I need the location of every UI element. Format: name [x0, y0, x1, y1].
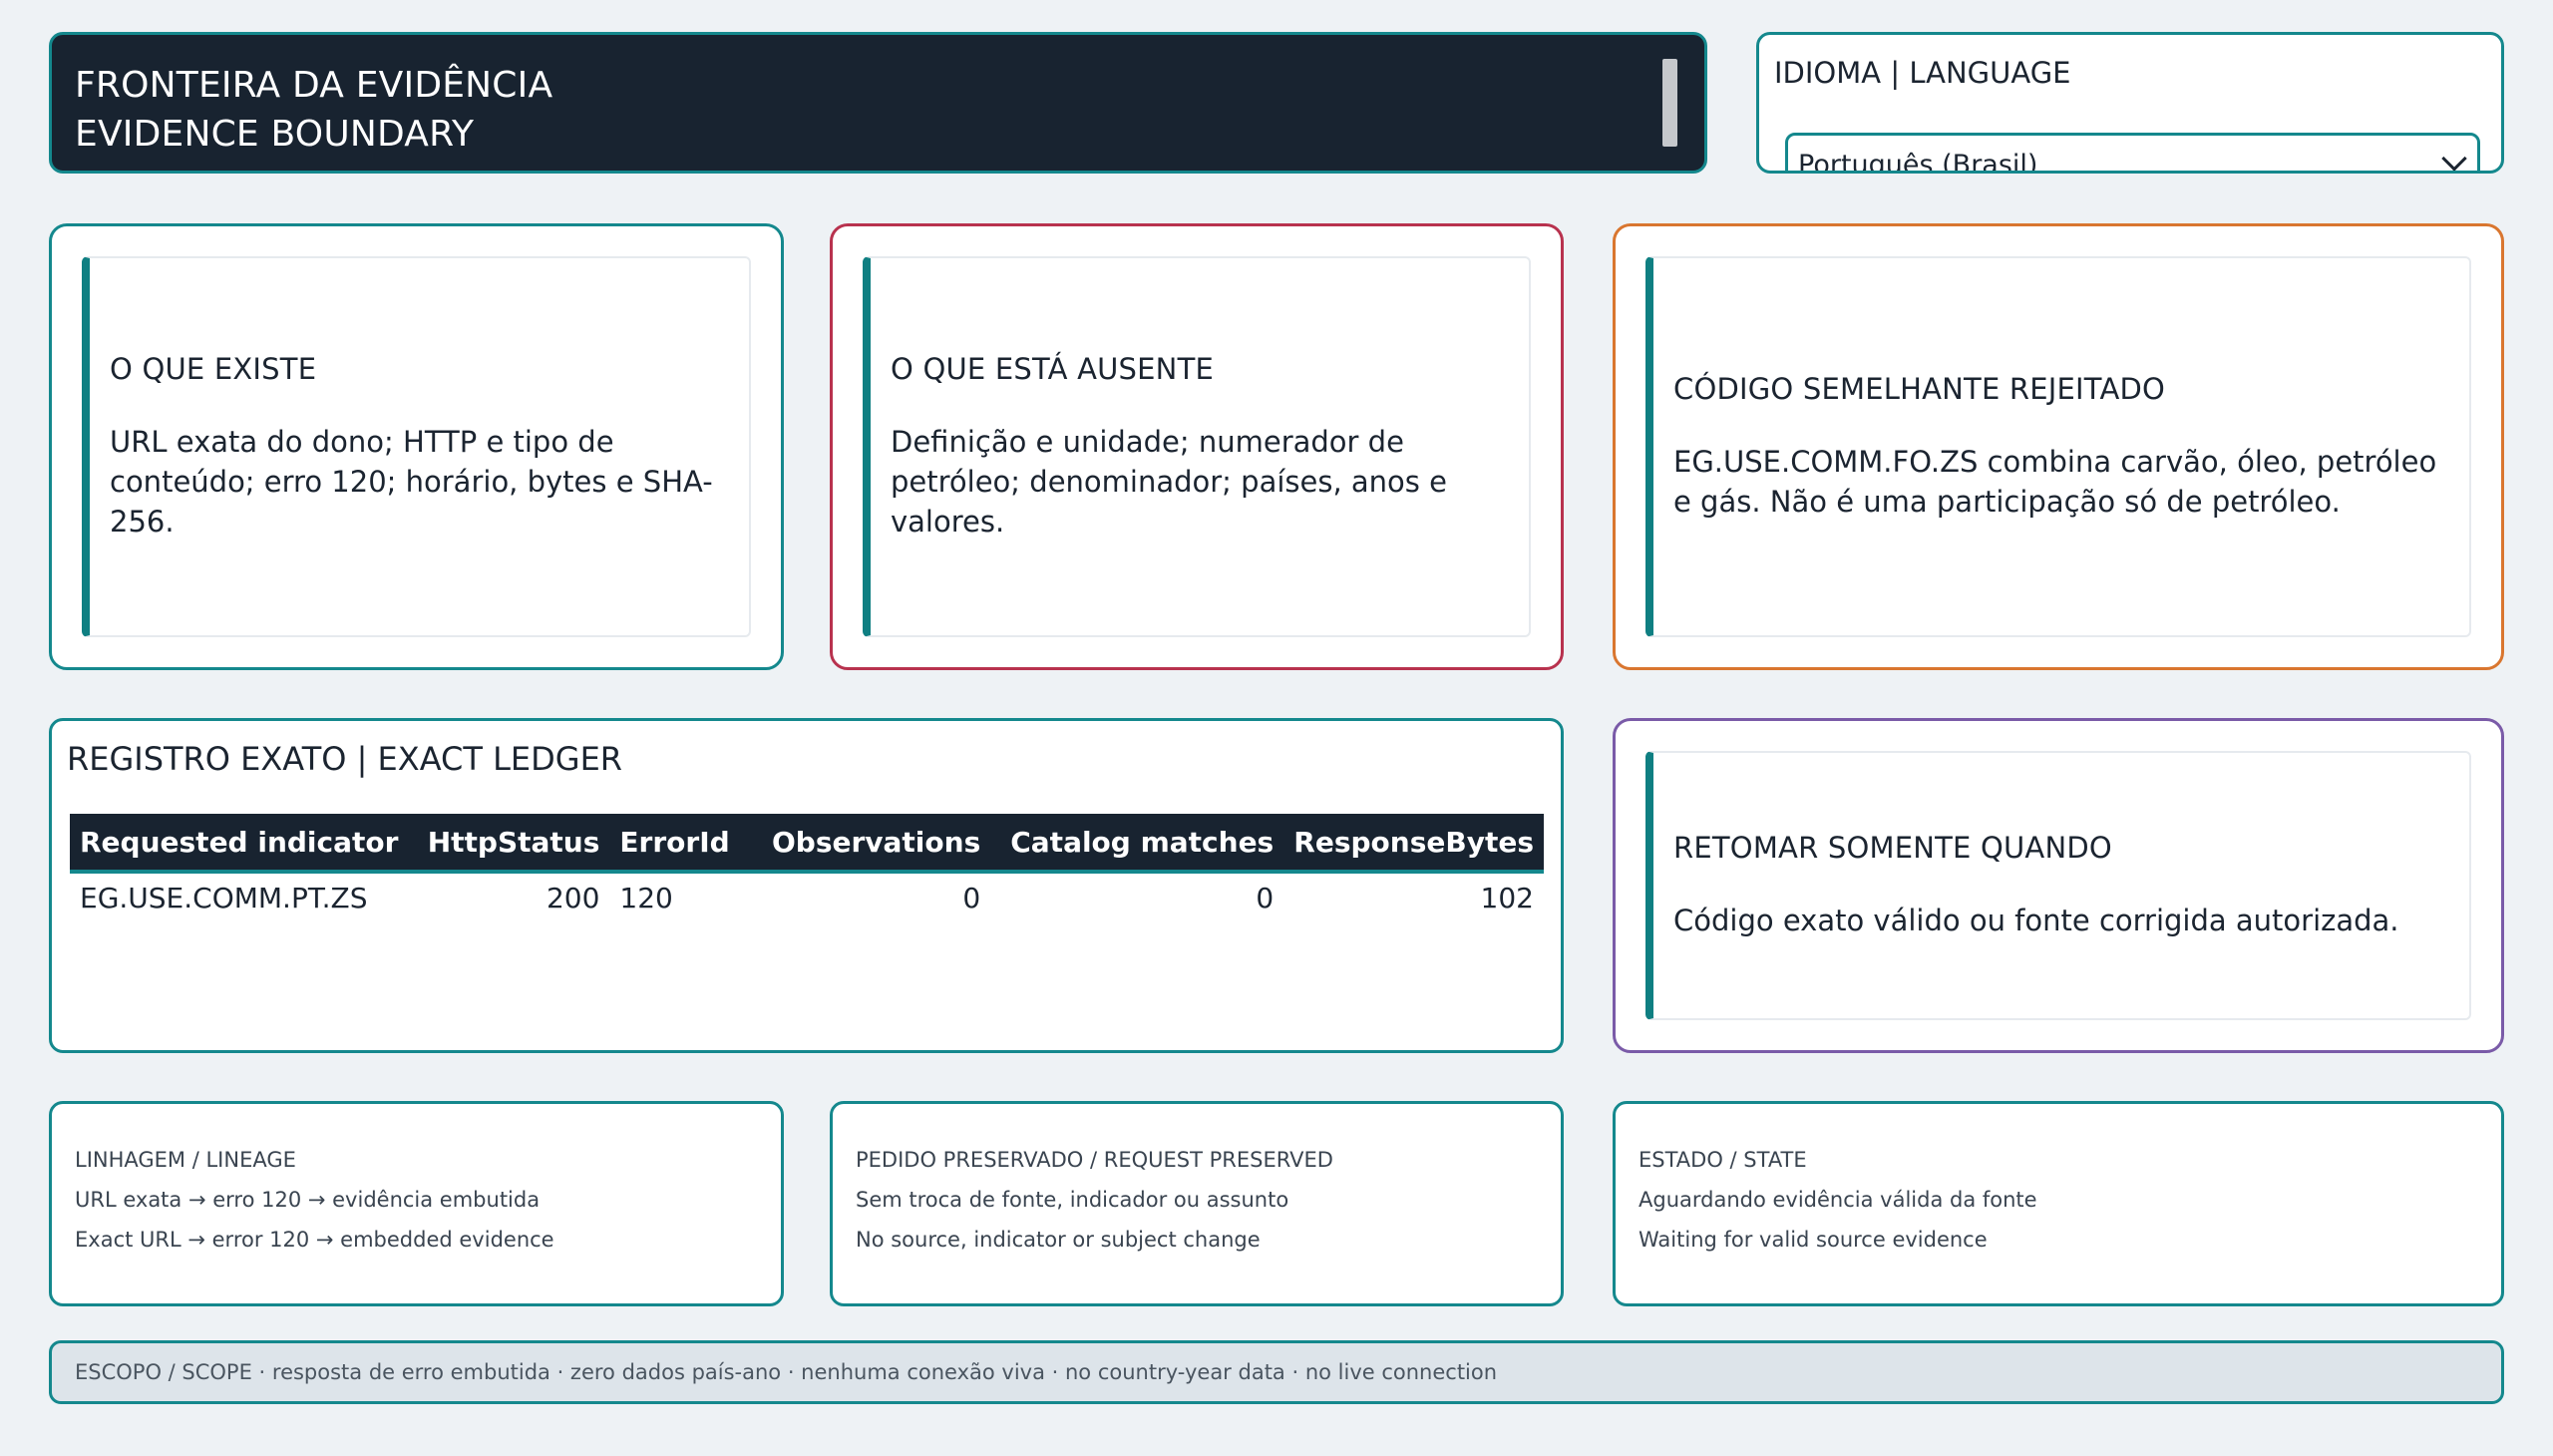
column-header-http-status[interactable]: HttpStatus — [410, 814, 610, 874]
info-title: LINHAGEM / LINEAGE — [75, 1148, 296, 1172]
chevron-down-icon — [2441, 146, 2467, 171]
info-line-pt: URL exata → erro 120 → evidência embutid… — [75, 1188, 541, 1212]
info-title: PEDIDO PRESERVADO / REQUEST PRESERVED — [856, 1148, 1333, 1172]
info-line-en: No source, indicator or subject change — [856, 1228, 1261, 1252]
cell-response-bytes: 102 — [1480, 881, 1534, 914]
column-header-catalog-matches[interactable]: Catalog matches — [990, 814, 1284, 874]
language-panel: IDIOMA | LANGUAGE Português (Brasil) — [1756, 32, 2504, 174]
card-body: EG.USE.COMM.FO.ZS combina carvão, óleo, … — [1673, 445, 2437, 519]
column-header-requested-indicator[interactable]: Requested indicator — [70, 814, 411, 874]
info-line-pt: Sem troca de fonte, indicador ou assunto — [856, 1188, 1289, 1212]
language-label: IDIOMA | LANGUAGE — [1774, 56, 2071, 90]
card-resume-condition: RETOMAR SOMENTE QUANDO Código exato váli… — [1613, 718, 2504, 1053]
info-card-lineage: LINHAGEM / LINEAGE URL exata → erro 120 … — [49, 1101, 784, 1306]
ledger-table: Requested indicator HttpStatus ErrorId O… — [70, 814, 1544, 921]
card-rejected-similar-code: CÓDIGO SEMELHANTE REJEITADO EG.USE.COMM.… — [1613, 223, 2504, 670]
cell-requested-indicator: EG.USE.COMM.PT.ZS — [80, 881, 368, 914]
info-line-en: Exact URL → error 120 → embedded evidenc… — [75, 1228, 554, 1252]
info-line-en: Waiting for valid source evidence — [1639, 1228, 1988, 1252]
card-heading: O QUE ESTÁ AUSENTE — [891, 352, 1215, 386]
card-heading: RETOMAR SOMENTE QUANDO — [1673, 831, 2112, 865]
info-line-pt: Aguardando evidência válida da fonte — [1639, 1188, 2037, 1212]
scope-text: ESCOPO / SCOPE · resposta de erro embuti… — [75, 1360, 1498, 1384]
card-inner: O QUE ESTÁ AUSENTE Definição e unidade; … — [863, 256, 1531, 637]
scope-footer: ESCOPO / SCOPE · resposta de erro embuti… — [49, 1340, 2504, 1404]
column-header-observations[interactable]: Observations — [739, 814, 991, 874]
card-what-exists: O QUE EXISTE URL exata do dono; HTTP e t… — [49, 223, 784, 670]
cell-catalog-matches: 0 — [1256, 881, 1275, 914]
table-row: EG.USE.COMM.PT.ZS 200 120 0 0 102 — [70, 872, 1544, 921]
column-header-response-bytes[interactable]: ResponseBytes — [1283, 814, 1544, 874]
page-title-bar: FRONTEIRA DA EVIDÊNCIA EVIDENCE BOUNDARY — [49, 32, 1707, 174]
language-selected-value: Português (Brasil) — [1798, 150, 2038, 174]
page-title-pt: FRONTEIRA DA EVIDÊNCIA — [75, 65, 553, 106]
card-heading: O QUE EXISTE — [110, 352, 317, 386]
info-card-request-preserved: PEDIDO PRESERVADO / REQUEST PRESERVED Se… — [830, 1101, 1564, 1306]
column-header-error-id[interactable]: ErrorId — [609, 814, 740, 874]
cell-observations: 0 — [962, 881, 981, 914]
cell-http-status: 200 — [546, 881, 600, 914]
card-body: Código exato válido ou fonte corrigida a… — [1673, 904, 2399, 937]
card-body: Definição e unidade; numerador de petról… — [891, 425, 1447, 539]
ledger-panel: REGISTRO EXATO | EXACT LEDGER Requested … — [49, 718, 1564, 1053]
card-inner: RETOMAR SOMENTE QUANDO Código exato váli… — [1645, 751, 2471, 1020]
info-card-state: ESTADO / STATE Aguardando evidência váli… — [1613, 1101, 2504, 1306]
card-heading: CÓDIGO SEMELHANTE REJEITADO — [1673, 372, 2166, 406]
title-scrollbar[interactable] — [1662, 59, 1677, 147]
language-select[interactable]: Português (Brasil) — [1785, 133, 2480, 174]
card-inner: CÓDIGO SEMELHANTE REJEITADO EG.USE.COMM.… — [1645, 256, 2471, 637]
info-title: ESTADO / STATE — [1639, 1148, 1807, 1172]
cell-error-id: 120 — [619, 881, 673, 914]
page-title-en: EVIDENCE BOUNDARY — [75, 114, 475, 155]
card-inner: O QUE EXISTE URL exata do dono; HTTP e t… — [82, 256, 751, 637]
ledger-title: REGISTRO EXATO | EXACT LEDGER — [67, 740, 623, 778]
card-body: URL exata do dono; HTTP e tipo de conteú… — [110, 425, 713, 539]
table-header-row: Requested indicator HttpStatus ErrorId O… — [70, 814, 1544, 874]
card-what-is-missing: O QUE ESTÁ AUSENTE Definição e unidade; … — [830, 223, 1564, 670]
